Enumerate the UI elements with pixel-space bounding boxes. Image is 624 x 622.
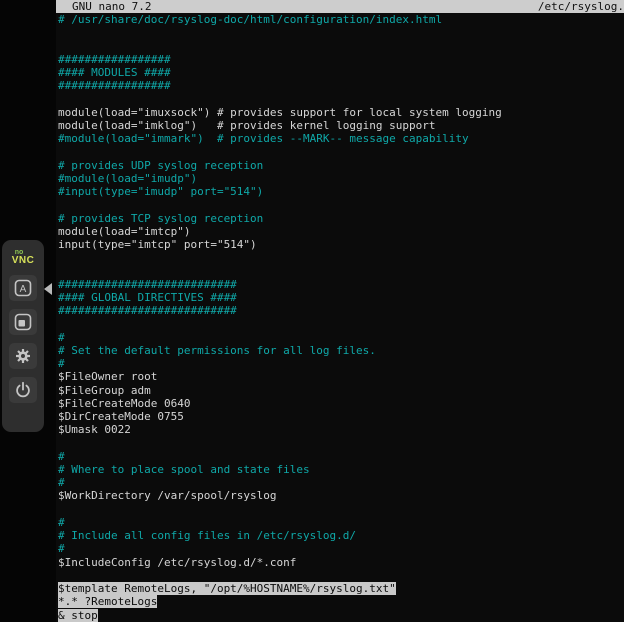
editor-line: module(load="imklog") # provides kernel … (58, 119, 624, 132)
selected-text: *.* ?RemoteLogs (58, 595, 157, 608)
vnc-control-bar: no VNC A (2, 240, 44, 432)
editor-buffer[interactable]: # /usr/share/doc/rsyslog-doc/html/config… (56, 13, 624, 622)
editor-line: #### MODULES #### (58, 66, 624, 79)
editor-line: # (58, 331, 624, 344)
editor-line: *.* ?RemoteLogs (58, 595, 624, 608)
selected-text: & stop (58, 609, 98, 622)
editor-line: module(load="imtcp") (58, 225, 624, 238)
editor-line: # /usr/share/doc/rsyslog-doc/html/config… (58, 13, 624, 26)
editor-line: ########################### (58, 304, 624, 317)
editor-line (58, 26, 624, 39)
keyboard-a-icon: A (14, 279, 32, 297)
editor-line: & stop (58, 609, 624, 622)
settings-button[interactable] (9, 343, 37, 369)
nano-titlebar: GNU nano 7.2 /etc/rsyslog. (56, 0, 624, 13)
editor-line: #input(type="imudp" port="514") (58, 185, 624, 198)
power-button[interactable] (9, 377, 37, 403)
editor-line: # Set the default permissions for all lo… (58, 344, 624, 357)
novnc-logo-vnc: VNC (12, 256, 35, 266)
editor-line: #module(load="immark") # provides --MARK… (58, 132, 624, 145)
editor-line: $WorkDirectory /var/spool/rsyslog (58, 489, 624, 502)
editor-line: # (58, 357, 624, 370)
editor-line: # provides UDP syslog reception (58, 159, 624, 172)
editor-line: $Umask 0022 (58, 423, 624, 436)
editor-line (58, 251, 624, 264)
editor-line: module(load="imuxsock") # provides suppo… (58, 106, 624, 119)
editor-line: # provides TCP syslog reception (58, 212, 624, 225)
editor-line: $FileGroup adm (58, 384, 624, 397)
editor-line (58, 437, 624, 450)
editor-line: # Where to place spool and state files (58, 463, 624, 476)
editor-line: $FileOwner root (58, 370, 624, 383)
editor-line: $template RemoteLogs, "/opt/%HOSTNAME%/r… (58, 582, 624, 595)
editor-line: # (58, 542, 624, 555)
fullscreen-icon (14, 313, 32, 331)
editor-line: input(type="imtcp" port="514") (58, 238, 624, 251)
editor-line: #module(load="imudp") (58, 172, 624, 185)
selected-text: $template RemoteLogs, "/opt/%HOSTNAME%/r… (58, 582, 396, 595)
nano-terminal[interactable]: GNU nano 7.2 /etc/rsyslog. # /usr/share/… (56, 0, 624, 622)
editor-line: ########################### (58, 278, 624, 291)
editor-line (58, 39, 624, 52)
svg-text:A: A (20, 284, 27, 295)
editor-line: $DirCreateMode 0755 (58, 410, 624, 423)
nano-version-label: GNU nano 7.2 (56, 0, 151, 13)
control-bar-handle-arrow-icon[interactable] (44, 283, 52, 295)
editor-line: ################# (58, 53, 624, 66)
editor-line (58, 145, 624, 158)
editor-line (58, 317, 624, 330)
editor-line (58, 503, 624, 516)
editor-line: ################# (58, 79, 624, 92)
editor-line (58, 198, 624, 211)
editor-line: # Include all config files in /etc/rsysl… (58, 529, 624, 542)
nano-filename-label: /etc/rsyslog. (538, 0, 624, 13)
vnc-screen: no VNC A (0, 0, 624, 622)
novnc-logo: no VNC (12, 247, 35, 267)
power-icon (14, 381, 32, 399)
editor-line (58, 264, 624, 277)
editor-line: # (58, 516, 624, 529)
editor-line: $IncludeConfig /etc/rsyslog.d/*.conf (58, 556, 624, 569)
editor-line: $FileCreateMode 0640 (58, 397, 624, 410)
editor-line: # (58, 476, 624, 489)
editor-line: #### GLOBAL DIRECTIVES #### (58, 291, 624, 304)
editor-line: # (58, 450, 624, 463)
fullscreen-button[interactable] (9, 309, 37, 335)
gear-icon (14, 347, 32, 365)
editor-line (58, 569, 624, 582)
editor-line (58, 92, 624, 105)
keyboard-button[interactable]: A (9, 275, 37, 301)
